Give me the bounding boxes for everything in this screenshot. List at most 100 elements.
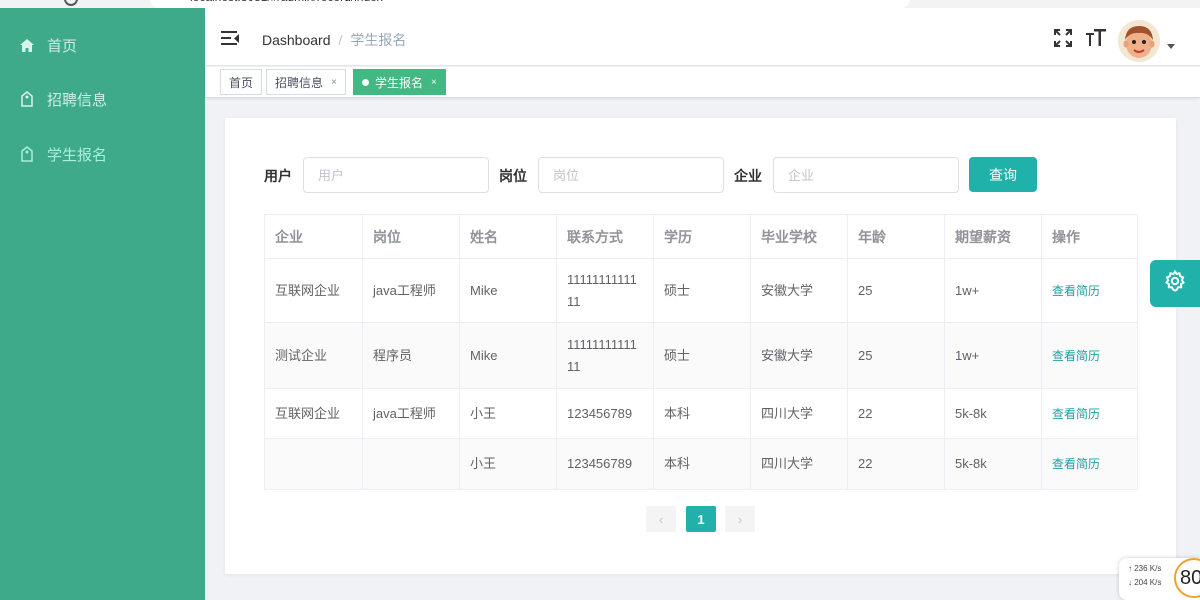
cell-phone: 123456789 bbox=[556, 388, 654, 439]
job-filter-input[interactable] bbox=[538, 157, 724, 193]
tab-jobs[interactable]: 招聘信息 × bbox=[266, 69, 346, 95]
column-header[interactable]: 联系方式 bbox=[556, 214, 654, 259]
column-header[interactable]: 年龄 bbox=[847, 214, 945, 259]
sidebar-item-label: 学生报名 bbox=[47, 146, 108, 164]
browser-toolbar: localhost:8081/#/admin/record/index bbox=[0, 0, 1200, 8]
cell-salary: 1w+ bbox=[944, 322, 1042, 389]
column-header[interactable]: 岗位 bbox=[362, 214, 460, 259]
sidebar-item-label: 招聘信息 bbox=[47, 91, 108, 109]
cell-phone: 123456789 bbox=[556, 438, 654, 490]
cell-job bbox=[362, 438, 460, 490]
gear-icon bbox=[1163, 269, 1187, 298]
user-avatar[interactable] bbox=[1118, 20, 1160, 62]
sidebar-item-student-signup[interactable]: 学生报名 bbox=[0, 134, 205, 174]
column-header[interactable]: 操作 bbox=[1041, 214, 1138, 259]
cell-company bbox=[264, 438, 363, 490]
table-row: 互联网企业 java工程师 小王 123456789 本科 四川大学 22 5k… bbox=[264, 388, 1138, 439]
cell-salary: 5k-8k bbox=[944, 388, 1042, 439]
font-size-icon[interactable] bbox=[1085, 28, 1107, 53]
view-resume-link[interactable]: 查看简历 bbox=[1052, 284, 1100, 298]
close-icon[interactable]: × bbox=[431, 77, 437, 88]
cell-school: 四川大学 bbox=[750, 438, 848, 490]
hamburger-menu-icon[interactable] bbox=[221, 31, 239, 47]
cell-school: 四川大学 bbox=[750, 388, 848, 439]
breadcrumb-home[interactable]: Dashboard bbox=[262, 32, 331, 48]
reload-icon[interactable] bbox=[64, 0, 78, 6]
query-button[interactable]: 查询 bbox=[969, 157, 1037, 192]
company-filter-label: 企业 bbox=[734, 168, 762, 184]
tab-label: 学生报名 bbox=[375, 75, 424, 90]
column-header[interactable]: 学历 bbox=[653, 214, 751, 259]
cell-salary: 1w+ bbox=[944, 258, 1042, 323]
cell-job: java工程师 bbox=[362, 388, 460, 439]
cell-education: 硕士 bbox=[653, 258, 751, 323]
cell-name: Mike bbox=[459, 258, 557, 323]
upload-speed: ↑ 236 K/s bbox=[1128, 564, 1162, 573]
user-filter-input[interactable] bbox=[303, 157, 489, 193]
cell-salary: 5k-8k bbox=[944, 438, 1042, 490]
tab-label: 首页 bbox=[229, 75, 254, 90]
main-card: 用户 岗位 企业 查询 企业 岗位 姓名 联系方式 学历 毕业学校 年龄 期望薪… bbox=[225, 118, 1176, 574]
tag-icon bbox=[19, 91, 35, 107]
cell-age: 22 bbox=[847, 438, 945, 490]
breadcrumb: Dashboard / 学生报名 bbox=[262, 30, 406, 50]
cell-education: 硕士 bbox=[653, 322, 751, 389]
cell-name: 小王 bbox=[459, 438, 557, 490]
table-row: 测试企业 程序员 Mike 1111111111111 硕士 安徽大学 25 1… bbox=[264, 322, 1138, 389]
speed-badge[interactable]: 80 bbox=[1174, 558, 1200, 598]
cell-education: 本科 bbox=[653, 388, 751, 439]
fullscreen-icon[interactable] bbox=[1053, 28, 1073, 53]
cell-action: 查看简历 bbox=[1041, 258, 1138, 323]
cell-age: 25 bbox=[847, 322, 945, 389]
breadcrumb-current: 学生报名 bbox=[350, 32, 407, 48]
settings-button[interactable] bbox=[1150, 260, 1200, 307]
cell-school: 安徽大学 bbox=[750, 258, 848, 323]
table-row: 互联网企业 java工程师 Mike 1111111111111 硕士 安徽大学… bbox=[264, 258, 1138, 323]
cell-school: 安徽大学 bbox=[750, 322, 848, 389]
download-speed: ↓ 204 K/s bbox=[1128, 578, 1162, 587]
tab-student-signup[interactable]: 学生报名 × bbox=[353, 69, 446, 95]
cell-company: 互联网企业 bbox=[264, 258, 363, 323]
home-icon bbox=[19, 37, 35, 53]
column-header[interactable]: 姓名 bbox=[459, 214, 557, 259]
active-dot-icon bbox=[362, 78, 369, 86]
page-number-button[interactable]: 1 bbox=[686, 506, 716, 532]
top-navbar: Dashboard / 学生报名 bbox=[205, 8, 1200, 66]
breadcrumb-separator: / bbox=[338, 32, 343, 48]
cell-action: 查看简历 bbox=[1041, 438, 1138, 490]
tags-view-bar: 首页 招聘信息 × 学生报名 × bbox=[205, 67, 1200, 98]
cell-company: 测试企业 bbox=[264, 322, 363, 389]
user-filter-label: 用户 bbox=[264, 168, 292, 184]
sidebar-item-jobs[interactable]: 招聘信息 bbox=[0, 79, 205, 119]
address-bar[interactable]: localhost:8081/#/admin/record/index bbox=[150, 0, 910, 8]
network-speed-widget: ↑ 236 K/s ↓ 204 K/s 80 bbox=[1119, 558, 1200, 600]
view-resume-link[interactable]: 查看简历 bbox=[1052, 407, 1100, 421]
job-filter-label: 岗位 bbox=[499, 168, 527, 184]
tab-home[interactable]: 首页 bbox=[220, 69, 263, 95]
cell-phone: 1111111111111 bbox=[556, 322, 654, 389]
prev-page-button[interactable]: ‹ bbox=[646, 506, 676, 532]
view-resume-link[interactable]: 查看简历 bbox=[1052, 349, 1100, 363]
table-header-row: 企业 岗位 姓名 联系方式 学历 毕业学校 年龄 期望薪资 操作 bbox=[264, 214, 1138, 259]
cell-action: 查看简历 bbox=[1041, 322, 1138, 389]
chevron-down-icon[interactable] bbox=[1167, 44, 1175, 49]
next-page-button[interactable]: › bbox=[725, 506, 755, 532]
cell-job: 程序员 bbox=[362, 322, 460, 389]
cell-age: 25 bbox=[847, 258, 945, 323]
tab-label: 招聘信息 bbox=[275, 75, 324, 90]
sidebar-item-label: 首页 bbox=[47, 37, 78, 55]
sidebar-item-home[interactable]: 首页 bbox=[0, 25, 205, 65]
column-header[interactable]: 毕业学校 bbox=[750, 214, 848, 259]
signup-table: 企业 岗位 姓名 联系方式 学历 毕业学校 年龄 期望薪资 操作 互联网企业 j… bbox=[264, 214, 1138, 490]
tag-icon bbox=[19, 146, 35, 162]
table-row: 小王 123456789 本科 四川大学 22 5k-8k 查看简历 bbox=[264, 438, 1138, 490]
sidebar: 首页 招聘信息 学生报名 bbox=[0, 8, 205, 600]
cell-company: 互联网企业 bbox=[264, 388, 363, 439]
cell-phone: 1111111111111 bbox=[556, 258, 654, 323]
company-filter-input[interactable] bbox=[773, 157, 959, 193]
column-header[interactable]: 企业 bbox=[264, 214, 363, 259]
close-icon[interactable]: × bbox=[331, 77, 337, 88]
cell-job: java工程师 bbox=[362, 258, 460, 323]
column-header[interactable]: 期望薪资 bbox=[944, 214, 1042, 259]
view-resume-link[interactable]: 查看简历 bbox=[1052, 457, 1100, 471]
